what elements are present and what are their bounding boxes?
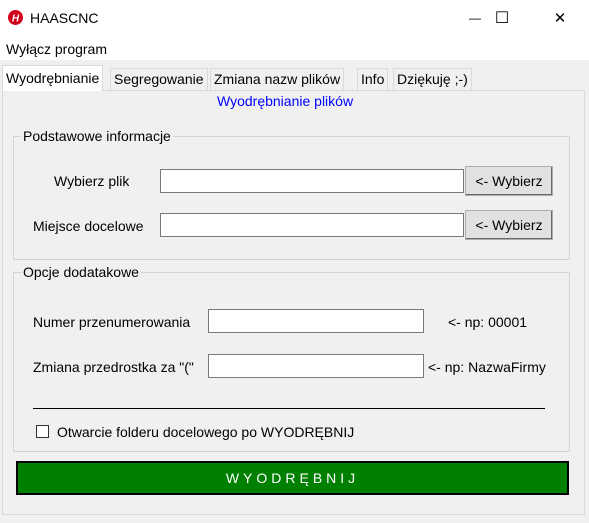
renumber-hint: <- np: 00001 (448, 314, 528, 330)
menu-item-wylacz-program[interactable]: Wyłącz program (6, 41, 107, 57)
tab-zmiana-nazw-plikow[interactable]: Zmiana nazw plików (210, 68, 345, 90)
options-legend: Opcje dodatakowe (21, 264, 141, 280)
open-folder-checkbox[interactable] (36, 425, 49, 438)
prefix-label: Zmiana przedrostka za "(" (33, 359, 194, 375)
choose-file-button[interactable]: <- Wybierz (465, 166, 553, 196)
panel-title: Wyodrębnianie plików (215, 93, 356, 109)
tab-wyodrebnianie[interactable]: Wyodrębnianie (2, 65, 104, 91)
tab-segregowanie[interactable]: Segregowanie (110, 68, 208, 90)
svg-text:H: H (12, 14, 20, 25)
tab-info[interactable]: Info (357, 68, 389, 90)
window-title: HAASCNC (30, 10, 99, 26)
prefix-hint: <- np: NazwaFirmy (428, 359, 546, 375)
destination-label: Miejsce docelowe (33, 218, 144, 234)
destination-input[interactable] (160, 213, 464, 237)
basic-info-group (13, 136, 570, 260)
maximize-icon: ☐ (494, 10, 510, 27)
basic-info-legend: Podstawowe informacje (21, 128, 173, 144)
renumber-label: Numer przenumerowania (33, 314, 191, 330)
file-label: Wybierz plik (54, 173, 130, 189)
tab-dziekuje[interactable]: Dziękuję ;-) (393, 68, 472, 90)
extract-button[interactable]: WYODRĘBNIJ (16, 461, 569, 495)
prefix-input[interactable] (208, 354, 424, 378)
choose-destination-button[interactable]: <- Wybierz (465, 210, 553, 240)
separator (33, 408, 545, 409)
close-button[interactable]: ✕ (537, 0, 583, 36)
file-input[interactable] (160, 169, 464, 193)
close-icon: ✕ (553, 10, 567, 27)
open-folder-label: Otwarcie folderu docelowego po WYODRĘBNI… (57, 424, 355, 440)
maximize-button[interactable]: ☐ (479, 0, 525, 36)
renumber-input[interactable] (208, 309, 424, 333)
haas-logo-icon: H (8, 10, 23, 25)
